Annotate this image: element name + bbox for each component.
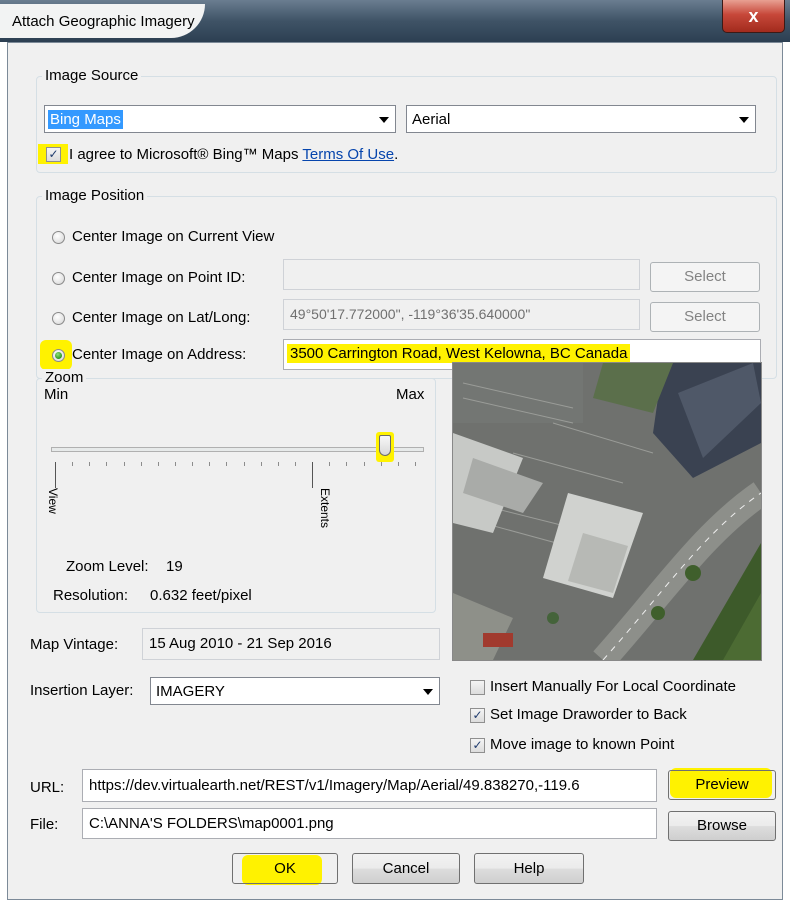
move-image-checkbox[interactable]: ✓ — [470, 738, 485, 753]
move-image-label: Move image to known Point — [490, 736, 675, 753]
lat-long-value: 49°50'17.772000", -119°36'35.640000" — [290, 306, 531, 322]
url-field[interactable]: https://dev.virtualearth.net/REST/v1/Ima… — [82, 769, 657, 802]
image-position-legend: Image Position — [42, 187, 148, 204]
file-label: File: — [30, 816, 59, 833]
zoom-view-label: View — [46, 488, 60, 514]
radio-point-id-label: Center Image on Point ID: — [72, 269, 246, 286]
zoom-level-label: Zoom Level: — [66, 558, 149, 575]
radio-address-label: Center Image on Address: — [72, 346, 247, 363]
map-type-value: Aerial — [412, 111, 451, 128]
terms-of-use-link[interactable]: Terms Of Use — [302, 146, 394, 163]
zoom-tick — [346, 462, 347, 466]
cancel-button[interactable]: Cancel — [352, 853, 460, 884]
draworder-label: Set Image Draworder to Back — [490, 706, 687, 723]
zoom-tick-major — [312, 462, 313, 488]
radio-point-id[interactable] — [52, 272, 65, 285]
zoom-slider-thumb[interactable] — [376, 432, 394, 462]
image-source-legend: Image Source — [42, 67, 142, 84]
zoom-slider-track[interactable] — [51, 447, 424, 452]
chevron-down-icon — [423, 689, 433, 695]
insertion-layer-value: IMAGERY — [156, 683, 225, 700]
agree-text: I agree to Microsoft® Bing™ Maps Terms O… — [69, 146, 398, 163]
file-value: C:\ANNA'S FOLDERS\map0001.png — [89, 815, 334, 832]
radio-current-view[interactable] — [52, 231, 65, 244]
zoom-tick — [278, 462, 279, 466]
radio-lat-long-label: Center Image on Lat/Long: — [72, 309, 251, 326]
zoom-tick-major — [55, 462, 56, 488]
zoom-tick — [381, 462, 382, 466]
aerial-image — [453, 363, 761, 660]
radio-current-view-label: Center Image on Current View — [72, 228, 275, 245]
agree-suffix: . — [394, 146, 399, 163]
zoom-tick — [158, 462, 159, 466]
zoom-legend: Zoom — [42, 369, 87, 386]
zoom-tick — [295, 462, 296, 466]
browse-button[interactable]: Browse — [668, 811, 776, 841]
zoom-tick — [226, 462, 227, 466]
zoom-tick — [124, 462, 125, 466]
file-field[interactable]: C:\ANNA'S FOLDERS\map0001.png — [82, 808, 657, 839]
agree-checkbox[interactable]: ✓ — [46, 147, 61, 162]
zoom-tick — [244, 462, 245, 466]
zoom-tick — [261, 462, 262, 466]
provider-value: Bing Maps — [48, 110, 123, 129]
chevron-down-icon — [739, 117, 749, 123]
zoom-tick — [175, 462, 176, 466]
map-vintage-label: Map Vintage: — [30, 636, 119, 653]
zoom-tick — [329, 462, 330, 466]
zoom-tick — [72, 462, 73, 466]
zoom-extents-label: Extents — [318, 488, 332, 529]
resolution-value: 0.632 feet/pixel — [150, 587, 252, 604]
insertion-layer-dropdown[interactable]: IMAGERY — [150, 677, 440, 705]
provider-dropdown[interactable]: Bing Maps — [44, 105, 396, 133]
zoom-level-value: 19 — [166, 558, 183, 575]
select-point-button[interactable]: Select — [650, 262, 760, 292]
map-preview-image — [452, 362, 762, 661]
zoom-tick — [192, 462, 193, 466]
preview-button[interactable]: Preview — [668, 770, 776, 800]
ok-button[interactable]: OK — [232, 853, 338, 884]
url-value: https://dev.virtualearth.net/REST/v1/Ima… — [89, 777, 580, 794]
insert-manually-label: Insert Manually For Local Coordinate — [490, 678, 736, 695]
url-label: URL: — [30, 779, 65, 796]
radio-lat-long[interactable] — [52, 312, 65, 325]
slider-thumb-shape — [379, 435, 391, 456]
help-button[interactable]: Help — [474, 853, 584, 884]
chevron-down-icon — [379, 117, 389, 123]
select-lat-long-button[interactable]: Select — [650, 302, 760, 332]
close-button[interactable]: x — [722, 0, 785, 33]
insertion-layer-label: Insertion Layer: — [30, 682, 134, 699]
point-id-field[interactable] — [283, 259, 640, 290]
insert-manually-checkbox[interactable] — [470, 680, 485, 695]
zoom-group — [36, 378, 436, 613]
window-title: Attach Geographic Imagery — [0, 4, 205, 38]
zoom-tick — [106, 462, 107, 466]
zoom-tick — [415, 462, 416, 466]
zoom-tick — [89, 462, 90, 466]
address-value: 3500 Carrington Road, West Kelowna, BC C… — [287, 344, 631, 363]
draworder-checkbox[interactable]: ✓ — [470, 708, 485, 723]
zoom-min-label: Min — [44, 386, 69, 403]
radio-address[interactable] — [52, 349, 65, 362]
zoom-tick — [141, 462, 142, 466]
zoom-max-label: Max — [396, 386, 425, 403]
map-vintage-field: 15 Aug 2010 - 21 Sep 2016 — [142, 628, 440, 660]
resolution-label: Resolution: — [53, 587, 129, 604]
zoom-ticks — [55, 462, 416, 492]
zoom-tick — [364, 462, 365, 466]
map-type-dropdown[interactable]: Aerial — [406, 105, 756, 133]
zoom-tick — [398, 462, 399, 466]
lat-long-field[interactable]: 49°50'17.772000", -119°36'35.640000" — [283, 299, 640, 330]
zoom-tick — [209, 462, 210, 466]
agree-label: I agree to Microsoft® Bing™ Maps — [69, 146, 303, 163]
map-vintage-value: 15 Aug 2010 - 21 Sep 2016 — [149, 635, 332, 652]
